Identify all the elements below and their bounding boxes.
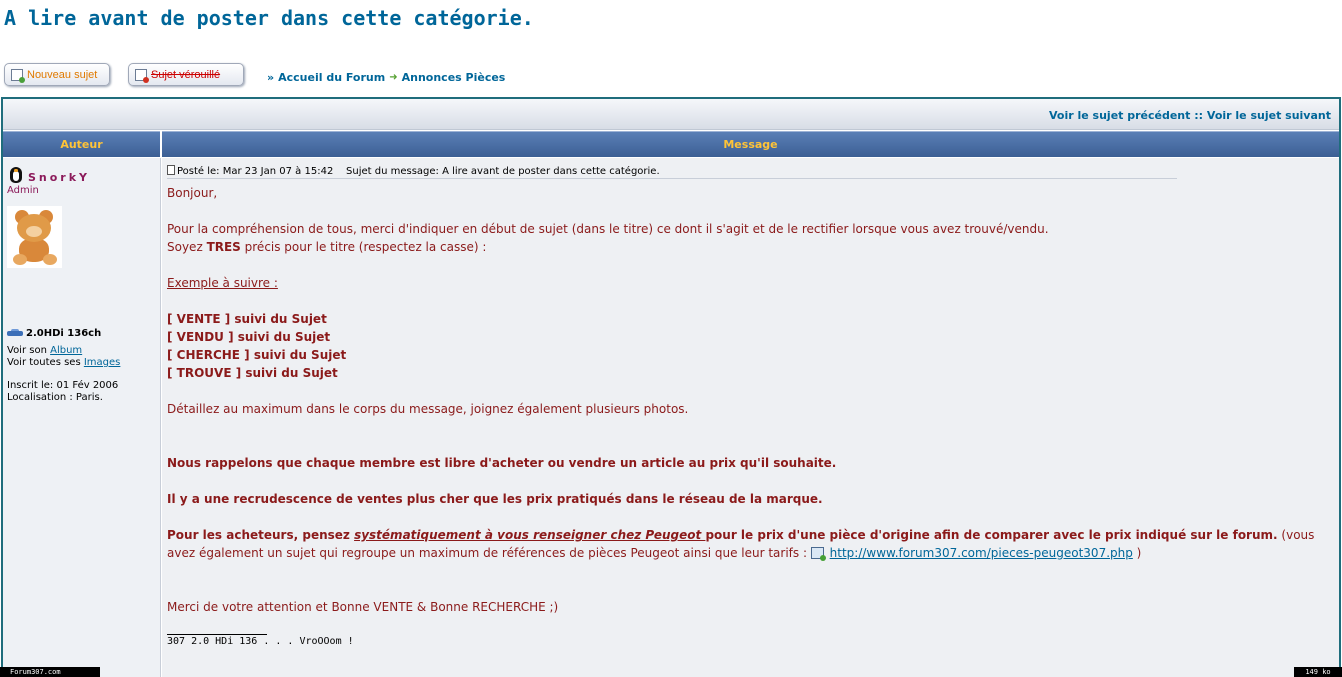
post-details: Détaillez au maximum dans le corps du me… [167, 402, 689, 416]
post-example-item: [ TROUVE ] suivi du Sujet [167, 366, 338, 380]
topic-nav-bar: Voir le sujet précédent :: Voir le sujet… [3, 99, 1339, 130]
status-right: 149 ko [1294, 667, 1342, 677]
parts-prices-link[interactable]: http://www.forum307.com/pieces-peugeot30… [830, 546, 1133, 560]
post-reminder-1: Nous rappelons que chaque membre est lib… [167, 456, 837, 470]
car-icon [7, 329, 23, 338]
author-car: 2.0HDi 136ch [7, 328, 101, 339]
post-greeting: Bonjour, [167, 186, 218, 200]
new-topic-icon [11, 68, 25, 83]
breadcrumb-forum-home-link[interactable]: Accueil du Forum [278, 71, 385, 84]
post-body: Bonjour, Pour la compréhension de tous, … [167, 184, 1329, 616]
author-album-line: Voir son Album [7, 345, 82, 356]
page-title: A lire avant de poster dans cette catégo… [4, 6, 534, 30]
breadcrumb-prefix: » [267, 71, 275, 84]
penguin-icon [7, 164, 25, 184]
author-album-prefix: Voir son [7, 345, 47, 356]
post-intro-1: Pour la compréhension de tous, merci d'i… [167, 222, 1049, 236]
author-location: Localisation : Paris. [7, 392, 103, 403]
signature-divider [167, 634, 267, 635]
author-name[interactable]: SnorkY [7, 164, 90, 184]
post-subject: Sujet du message: A lire avant de poster… [346, 166, 660, 177]
avatar [7, 206, 62, 268]
author-images-link[interactable]: Images [84, 357, 121, 368]
previous-topic-link[interactable]: Voir le sujet précédent [1049, 109, 1190, 122]
breadcrumb-category-link[interactable]: Annonces Pièces [402, 71, 506, 84]
author-images-prefix: Voir toutes ses [7, 357, 81, 368]
post-header: Posté le: Mar 23 Jan 07 à 15:42 Sujet du… [167, 165, 1177, 179]
post-buyers: Pour les acheteurs, pensez systématiquem… [167, 528, 1315, 561]
topic-nav-links: Voir le sujet précédent :: Voir le sujet… [1049, 109, 1331, 122]
post-reminder-2: Il y a une recrudescence de ventes plus … [167, 492, 823, 506]
post-icon[interactable] [167, 165, 175, 175]
new-topic-label: Nouveau sujet [27, 68, 98, 81]
post-date: Posté le: Mar 23 Jan 07 à 15:42 [177, 166, 334, 177]
signature: 307 2.0 HDi 136 . . . VroOOom ! [167, 636, 354, 647]
topic-nav-separator: :: [1194, 109, 1204, 122]
new-topic-button[interactable]: Nouveau sujet [4, 63, 110, 86]
locked-topic-button[interactable]: Sujet vérouillé [128, 63, 244, 86]
locked-topic-icon [135, 68, 149, 83]
breadcrumb-arrow-icon: ➜ [389, 72, 398, 83]
breadcrumb: » Accueil du Forum ➜ Annonces Pièces [267, 71, 505, 84]
post-intro-2: Soyez TRES précis pour le titre (respect… [167, 240, 487, 254]
author-name-text: SnorkY [28, 171, 91, 184]
author-images-line: Voir toutes ses Images [7, 357, 120, 368]
post-example-item: [ CHERCHE ] suivi du Sujet [167, 348, 347, 362]
status-left: Forum307.com [0, 667, 100, 677]
topic-table: Voir le sujet précédent :: Voir le sujet… [1, 97, 1341, 677]
message-panel: Posté le: Mar 23 Jan 07 à 15:42 Sujet du… [162, 158, 1339, 677]
post-example-heading: Exemple à suivre : [167, 276, 278, 290]
next-topic-link[interactable]: Voir le sujet suivant [1207, 109, 1331, 122]
author-joined: Inscrit le: 01 Fév 2006 [7, 380, 119, 391]
post-closing: Merci de votre attention et Bonne VENTE … [167, 600, 559, 614]
message-column-header: Message [162, 131, 1339, 157]
link-icon [810, 547, 826, 561]
author-car-text: 2.0HDi 136ch [26, 328, 102, 339]
author-album-link[interactable]: Album [50, 345, 82, 356]
locked-topic-label: Sujet vérouillé [151, 68, 221, 81]
post-example-item: [ VENDU ] suivi du Sujet [167, 330, 331, 344]
author-column-header: Auteur [3, 131, 160, 157]
author-panel: SnorkY Admin 2.0HDi 136ch Voir son Album… [3, 158, 161, 677]
post-example-item: [ VENTE ] suivi du Sujet [167, 312, 327, 326]
author-rank: Admin [7, 185, 39, 196]
